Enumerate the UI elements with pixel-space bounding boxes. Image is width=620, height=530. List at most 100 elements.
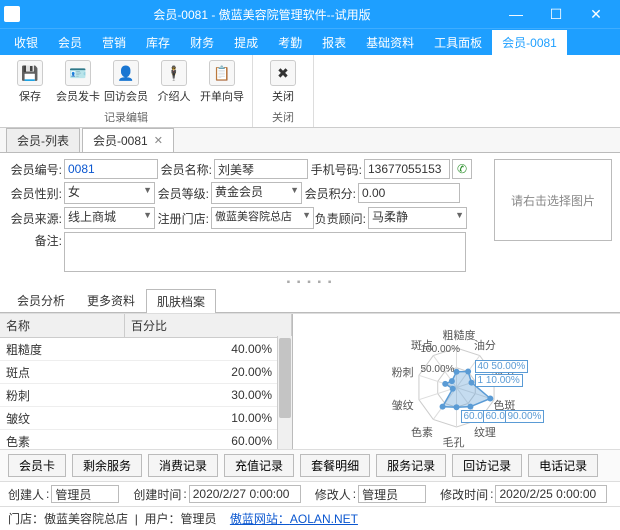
revisit-icon: 👤 [113, 60, 139, 86]
phone-icon[interactable]: ✆ [452, 159, 472, 179]
ribbon-group-label: 关闭 [272, 109, 294, 125]
col-name[interactable]: 名称 [0, 314, 125, 337]
menu-3[interactable]: 库存 [136, 30, 180, 55]
chart-axis-label: 毛孔 [443, 434, 465, 450]
consultant-select[interactable]: 马柔静▼ [368, 207, 467, 229]
table-row[interactable]: 皱纹10.00% [0, 407, 292, 430]
subtab-1[interactable]: 更多资料 [76, 288, 146, 312]
wizard-button[interactable]: 📋开单向导 [198, 57, 246, 107]
revisit-button[interactable]: 👤回访会员 [102, 57, 150, 107]
doc-tab[interactable]: 会员-列表 [6, 128, 80, 152]
referrer-button[interactable]: 🕴介绍人 [150, 57, 198, 107]
chart-axis-label: 油分 [474, 337, 496, 353]
minimize-button[interactable]: — [496, 0, 536, 28]
table-row[interactable]: 粉刺30.00% [0, 384, 292, 407]
label-points: 会员积分 [302, 185, 358, 202]
source-select[interactable]: 线上商城▼ [64, 207, 155, 229]
maximize-button[interactable]: ☐ [536, 0, 576, 28]
label-mobile: 手机号码 [308, 161, 364, 178]
menu-5[interactable]: 提成 [224, 30, 268, 55]
label-source: 会员来源 [8, 210, 64, 227]
close-icon: ✖ [270, 60, 296, 86]
label-level: 会员等级 [155, 185, 211, 202]
table-row[interactable]: 粗糙度40.00% [0, 338, 292, 361]
col-pct[interactable]: 百分比 [125, 314, 292, 337]
label-modifier: 修改人 [315, 486, 351, 503]
splitter[interactable]: ▪ ▪ ▪ ▪ ▪ [0, 277, 620, 288]
bottom-btn[interactable]: 消费记录 [148, 454, 218, 477]
chart-tooltip: 40 50.00% [475, 360, 529, 373]
member-no-input[interactable] [64, 159, 158, 179]
label-consultant: 负责顾问 [314, 210, 368, 227]
close-icon[interactable]: ✕ [154, 134, 163, 147]
label-creator: 创建人 [8, 486, 44, 503]
menu-7[interactable]: 报表 [312, 30, 356, 55]
bottom-button-bar: 会员卡剩余服务消费记录充值记录套餐明细服务记录回访记录电话记录 [0, 449, 620, 481]
bottom-btn[interactable]: 电话记录 [528, 454, 598, 477]
menu-0[interactable]: 收银 [4, 30, 48, 55]
status-bar: 门店：傲蓝美容院总店 | 用户：管理员 傲蓝网站：AOLAN.NET [0, 506, 620, 530]
chart-axis-label: 粉刺 [392, 364, 414, 380]
chevron-down-icon: ▼ [143, 185, 152, 195]
chevron-down-icon: ▼ [455, 210, 464, 220]
menu-10[interactable]: 会员-0081 [492, 30, 567, 55]
modifytime-input [495, 485, 607, 503]
level-select[interactable]: 黄金会员▼ [211, 182, 302, 204]
menu-1[interactable]: 会员 [48, 30, 92, 55]
menubar: 收银会员营销库存财务提成考勤报表基础资料工具面板会员-0081 [0, 28, 620, 55]
subtab-0[interactable]: 会员分析 [6, 288, 76, 312]
subtab-2[interactable]: 肌肤档案 [146, 289, 216, 313]
titlebar: 会员-0081 - 傲蓝美容院管理软件--试用版 — ☐ ✕ [0, 0, 620, 28]
chevron-down-icon: ▼ [290, 185, 299, 195]
creator-input [51, 485, 119, 503]
createtime-input [189, 485, 301, 503]
bottom-btn[interactable]: 剩余服务 [72, 454, 142, 477]
photo-placeholder[interactable]: 请右击选择图片 [494, 159, 612, 241]
bottom-btn[interactable]: 充值记录 [224, 454, 294, 477]
close-button[interactable]: ✖关闭 [259, 57, 307, 107]
table-row[interactable]: 斑点20.00% [0, 361, 292, 384]
website-link[interactable]: 傲蓝网站：AOLAN.NET [230, 512, 358, 526]
chart-ring-label: 50.00% [421, 364, 455, 375]
save-button[interactable]: 💾保存 [6, 57, 54, 107]
bottom-btn[interactable]: 服务记录 [376, 454, 446, 477]
chart-axis-label: 色素 [411, 424, 433, 440]
bottom-btn[interactable]: 回访记录 [452, 454, 522, 477]
app-icon [4, 6, 20, 22]
member-name-input[interactable] [214, 159, 308, 179]
points-input[interactable] [358, 183, 460, 203]
referrer-icon: 🕴 [161, 60, 187, 86]
ribbon: 💾保存🪪会员发卡👤回访会员🕴介绍人📋开单向导 记录编辑 ✖关闭 关闭 [0, 55, 620, 128]
label-member-name: 会员名称 [158, 161, 214, 178]
remark-input[interactable] [64, 232, 466, 272]
bottom-btn[interactable]: 套餐明细 [300, 454, 370, 477]
doc-tab[interactable]: 会员-0081✕ [82, 128, 174, 152]
table-row[interactable]: 色素60.00% [0, 430, 292, 449]
menu-6[interactable]: 考勤 [268, 30, 312, 55]
scrollbar[interactable] [277, 336, 292, 449]
menu-9[interactable]: 工具面板 [424, 30, 492, 55]
scrollbar-thumb[interactable] [279, 338, 291, 418]
save-icon: 💾 [17, 60, 43, 86]
window-title: 会员-0081 - 傲蓝美容院管理软件--试用版 [28, 6, 496, 23]
gender-select[interactable]: 女▼ [64, 182, 155, 204]
issue-card-button[interactable]: 🪪会员发卡 [54, 57, 102, 107]
label-gender: 会员性别 [8, 185, 64, 202]
chart-tooltip: 90.00% [505, 410, 545, 423]
label-modifytime: 修改时间 [440, 486, 488, 503]
document-tabs: 会员-列表会员-0081✕ [0, 128, 620, 153]
modifier-input [358, 485, 426, 503]
label-regstore: 注册门店 [155, 210, 211, 227]
menu-4[interactable]: 财务 [180, 30, 224, 55]
chart-axis-label: 粗糙度 [443, 327, 476, 343]
audit-footer: 创建人: 创建时间: 修改人: 修改时间: [0, 481, 620, 506]
radar-chart: 粗糙度油分水分色斑纹理毛孔色素皱纹粉刺斑点50.00%100.00%40 50.… [293, 314, 620, 449]
chart-ring-label: 100.00% [421, 344, 460, 355]
bottom-btn[interactable]: 会员卡 [8, 454, 66, 477]
close-button[interactable]: ✕ [576, 0, 616, 28]
regstore-select[interactable]: 傲蓝美容院总店▼ [211, 207, 314, 229]
menu-2[interactable]: 营销 [92, 30, 136, 55]
menu-8[interactable]: 基础资料 [356, 30, 424, 55]
mobile-input[interactable] [364, 159, 450, 179]
ribbon-group-label: 记录编辑 [104, 109, 148, 125]
